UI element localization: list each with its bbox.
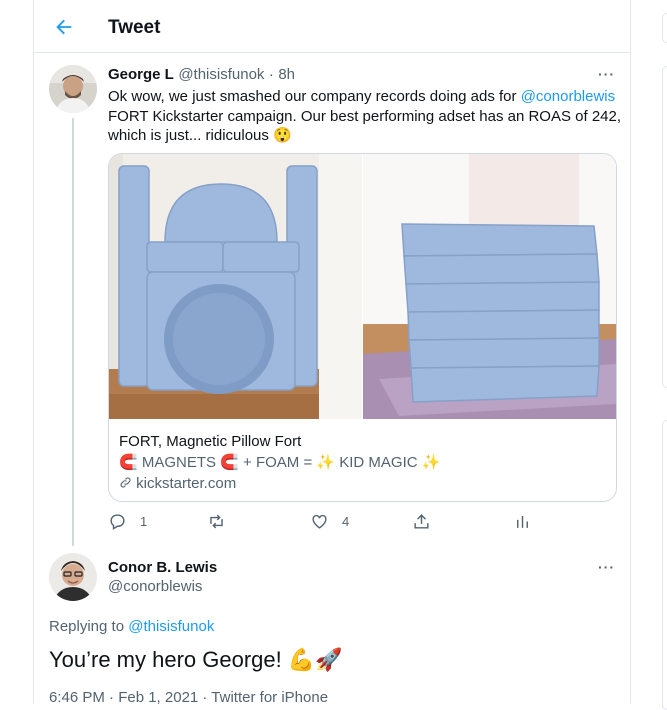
- avatar[interactable]: [49, 553, 97, 601]
- card-body: FORT, Magnetic Pillow Fort 🧲 MAGNETS 🧲 +…: [119, 431, 440, 494]
- link-icon: [120, 477, 131, 488]
- reply-button[interactable]: 1: [108, 512, 147, 531]
- tweet-text-part2: FORT Kickstarter campaign. Our best perf…: [108, 107, 622, 145]
- like-count: 4: [342, 514, 350, 529]
- thread-line: [72, 118, 74, 546]
- share-icon: [414, 514, 429, 529]
- sidebar-search-edge: [662, 13, 667, 43]
- reply-author-handle[interactable]: @conorblewis: [108, 578, 217, 595]
- card-domain: kickstarter.com: [119, 473, 440, 494]
- like-button[interactable]: 4: [310, 512, 349, 531]
- timestamp[interactable]: 8h: [278, 66, 295, 83]
- reply-author: Conor B. Lewis @conorblewis: [108, 559, 217, 595]
- page-title: Tweet: [108, 17, 161, 38]
- more-options-icon[interactable]: ···: [598, 66, 615, 82]
- sidebar-panel-edge: [662, 66, 667, 388]
- separator: ·: [268, 66, 274, 83]
- reply-count: 1: [140, 514, 148, 529]
- reply-text: You’re my hero George! 💪🚀: [49, 647, 343, 672]
- astonished-emoji: 😲: [273, 127, 292, 144]
- reply-icon: [110, 514, 125, 530]
- author-name[interactable]: George L: [108, 66, 174, 83]
- right-sidebar-edge: [662, 0, 667, 710]
- link-card[interactable]: FORT, Magnetic Pillow Fort 🧲 MAGNETS 🧲 +…: [108, 153, 617, 502]
- replying-prefix: Replying to: [49, 618, 125, 635]
- reply-more-options-icon[interactable]: ···: [598, 559, 615, 575]
- tweet-text: Ok wow, we just smashed our company reco…: [108, 87, 628, 146]
- analytics-button[interactable]: [513, 512, 532, 531]
- back-arrow-icon[interactable]: [53, 16, 75, 38]
- avatar[interactable]: [49, 65, 97, 113]
- card-description: 🧲 MAGNETS 🧲 + FOAM = ✨ KID MAGIC ✨: [119, 454, 441, 471]
- main-column: Tweet George L @thisisfunok · 8h ··· Ok …: [33, 0, 631, 706]
- retweet-icon: [210, 514, 223, 529]
- tweet-text-part1: Ok wow, we just smashed our company reco…: [108, 88, 517, 105]
- tweet-header: George L @thisisfunok · 8h: [108, 66, 295, 84]
- author-handle[interactable]: @thisisfunok: [178, 66, 264, 83]
- reply-author-name[interactable]: Conor B. Lewis: [108, 559, 217, 576]
- retweet-button[interactable]: [207, 512, 239, 531]
- share-button[interactable]: [412, 512, 431, 531]
- replying-handle-link[interactable]: @thisisfunok: [128, 618, 214, 635]
- tweet-meta[interactable]: 6:46 PM · Feb 1, 2021 · Twitter for iPho…: [49, 689, 328, 706]
- mention-link[interactable]: @conorblewis: [521, 88, 615, 105]
- analytics-icon: [517, 515, 528, 528]
- replying-to: Replying to @thisisfunok: [49, 618, 214, 635]
- card-title: FORT, Magnetic Pillow Fort: [119, 433, 302, 450]
- header: Tweet: [34, 0, 630, 53]
- card-domain-text: kickstarter.com: [136, 475, 237, 492]
- card-image: [109, 154, 616, 419]
- heart-icon: [312, 514, 327, 529]
- sidebar-panel-edge: [662, 420, 667, 710]
